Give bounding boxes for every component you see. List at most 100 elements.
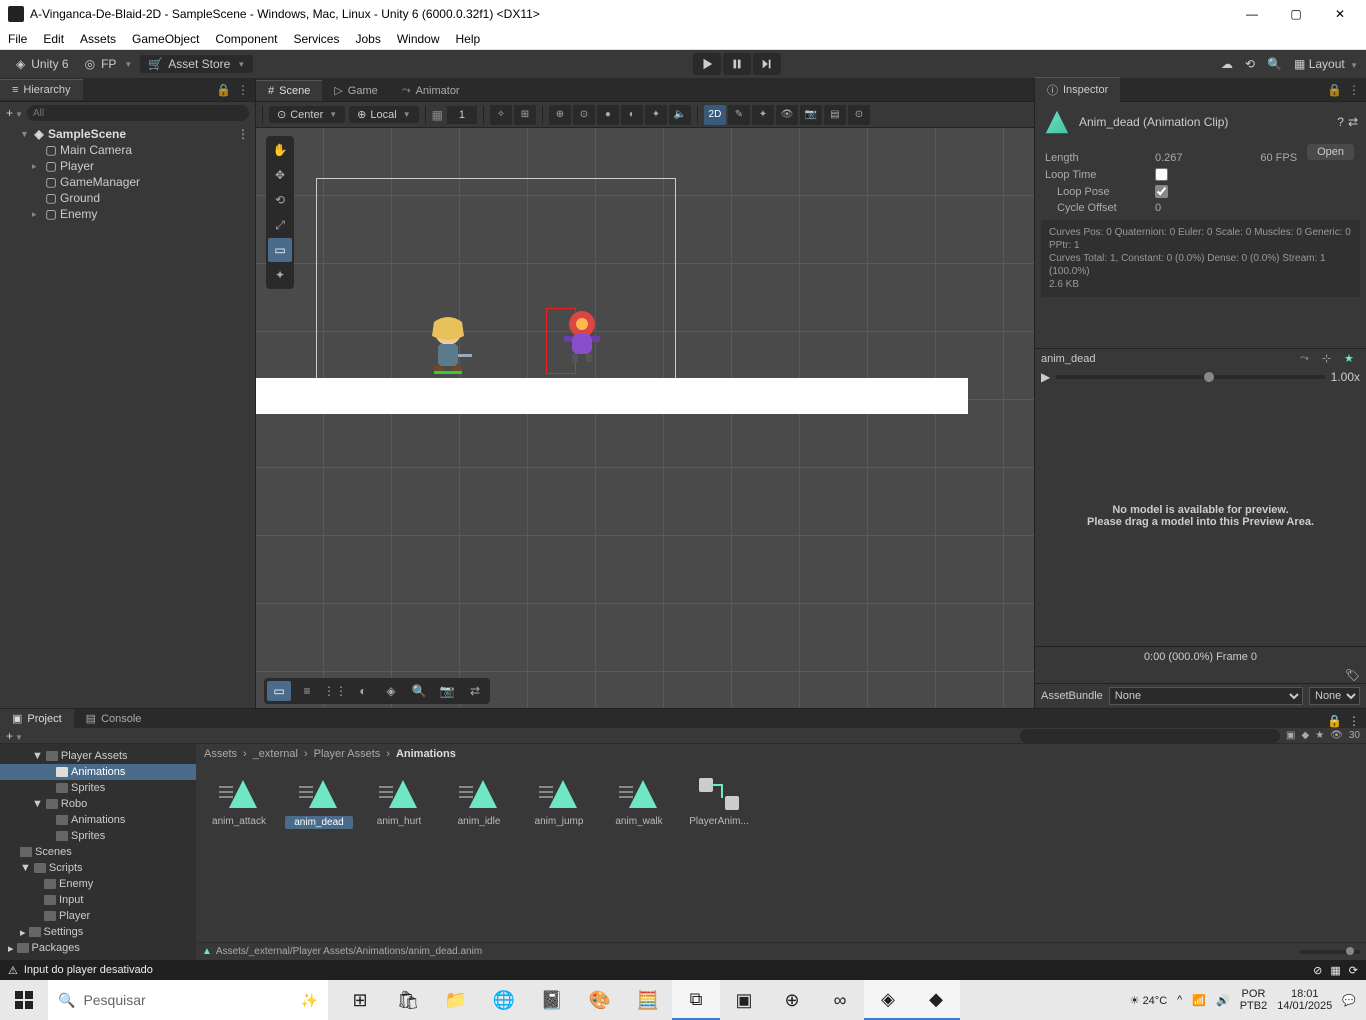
- folder-packages[interactable]: ▸Packages: [0, 940, 196, 956]
- close-button[interactable]: ✕: [1330, 7, 1350, 21]
- audio-icon[interactable]: 🔈: [669, 105, 691, 125]
- preview-area[interactable]: No model is available for preview. Pleas…: [1035, 386, 1366, 646]
- more-icon[interactable]: ⋮: [1348, 714, 1360, 728]
- transform-tool[interactable]: ✦: [268, 263, 292, 287]
- volume-icon[interactable]: 🔊: [1216, 994, 1230, 1007]
- preview-pivot-icon[interactable]: ⊹: [1322, 352, 1338, 365]
- breadcrumb-player-assets[interactable]: Player Assets: [314, 748, 381, 760]
- menu-help[interactable]: Help: [456, 32, 481, 46]
- start-button[interactable]: [0, 980, 48, 1020]
- lock-icon[interactable]: 🔒: [1327, 714, 1342, 728]
- snap-grid-icon[interactable]: ✧: [490, 105, 512, 125]
- favorites-icon[interactable]: ★: [1315, 730, 1324, 741]
- project-search[interactable]: [1020, 729, 1280, 743]
- app-unity[interactable]: ◆: [912, 980, 960, 1020]
- menu-window[interactable]: Window: [397, 32, 440, 46]
- folder-input[interactable]: Input: [0, 892, 196, 908]
- hierarchy-item-player[interactable]: ▸▢Player: [0, 158, 255, 174]
- layers-icon[interactable]: ▤: [824, 105, 846, 125]
- draw-mode-icon[interactable]: ⊕: [549, 105, 571, 125]
- unity-version-button[interactable]: ◈ Unity 6: [8, 55, 77, 73]
- folder-player[interactable]: Player: [0, 908, 196, 924]
- asset-anim-hurt[interactable]: anim_hurt: [364, 776, 434, 827]
- debug-draw-icon[interactable]: ⊙: [573, 105, 595, 125]
- folder-settings[interactable]: ▸Settings: [0, 924, 196, 940]
- cloud-icon[interactable]: ☁: [1221, 57, 1233, 71]
- status-icon-3[interactable]: ⟳: [1349, 964, 1358, 977]
- folder-animations[interactable]: Animations: [0, 764, 196, 780]
- tab-console[interactable]: ▤ Console: [74, 709, 154, 728]
- search-icon[interactable]: 🔍: [1267, 57, 1282, 71]
- tray-kb[interactable]: PTB2: [1240, 1000, 1268, 1012]
- pivot-dropdown[interactable]: ⊙Center▼: [269, 106, 345, 123]
- visibility-icon[interactable]: 👁: [776, 105, 798, 125]
- preset-icon[interactable]: ⇄: [1348, 115, 1358, 129]
- status-icon-2[interactable]: ▦: [1330, 964, 1340, 977]
- taskbar-search[interactable]: 🔍 Pesquisar✨: [48, 980, 328, 1020]
- bundle-variant-select[interactable]: None: [1309, 687, 1360, 705]
- asset-anim-attack[interactable]: anim_attack: [204, 776, 274, 827]
- tab-hierarchy[interactable]: ≡ Hierarchy: [0, 79, 83, 100]
- folder-enemy[interactable]: Enemy: [0, 876, 196, 892]
- overlay-2[interactable]: ≡: [295, 681, 319, 701]
- app-paint[interactable]: 🎨: [576, 980, 624, 1020]
- loop-time-checkbox[interactable]: [1155, 168, 1168, 181]
- layout-dropdown[interactable]: ▦ Layout ▼: [1294, 57, 1358, 71]
- asset-anim-idle[interactable]: anim_idle: [444, 776, 514, 827]
- scene-row[interactable]: ▼◈SampleScene⋮: [0, 126, 255, 142]
- pause-button[interactable]: [723, 53, 751, 75]
- breadcrumb-assets[interactable]: Assets: [204, 748, 237, 760]
- move-tool[interactable]: ✥: [268, 163, 292, 187]
- tab-project[interactable]: ▣ Project: [0, 709, 74, 728]
- hierarchy-item-enemy[interactable]: ▸▢Enemy: [0, 206, 255, 222]
- asset-anim-jump[interactable]: anim_jump: [524, 776, 594, 827]
- rotate-tool[interactable]: ⟲: [268, 188, 292, 212]
- breadcrumb-external[interactable]: _external: [253, 748, 298, 760]
- folder-sprites[interactable]: Sprites: [0, 780, 196, 796]
- snap-increment-icon[interactable]: ⊞: [514, 105, 536, 125]
- hierarchy-item-gamemanager[interactable]: ▢GameManager: [0, 174, 255, 190]
- folder-scenes[interactable]: Scenes: [0, 844, 196, 860]
- asset-player-animator[interactable]: PlayerAnim...: [684, 776, 754, 827]
- overlay-4[interactable]: ◐: [351, 681, 375, 701]
- 2d-toggle[interactable]: 2D: [704, 105, 726, 125]
- wifi-icon[interactable]: 📶: [1192, 994, 1206, 1007]
- app-unityhub[interactable]: ◈: [864, 980, 912, 1020]
- menu-gameobject[interactable]: GameObject: [132, 32, 199, 46]
- tray-chevron[interactable]: ^: [1177, 994, 1182, 1006]
- gizmo-icon[interactable]: ✎: [728, 105, 750, 125]
- account-button[interactable]: ◎ FP ▼: [77, 55, 141, 73]
- maximize-button[interactable]: ▢: [1286, 7, 1306, 21]
- app-vscode[interactable]: ⧉: [672, 980, 720, 1020]
- app-explorer[interactable]: 📁: [432, 980, 480, 1020]
- app-taskview[interactable]: ⊞: [336, 980, 384, 1020]
- asset-store-button[interactable]: 🛒 Asset Store ▼: [140, 55, 253, 73]
- overlay-5[interactable]: ◈: [379, 681, 403, 701]
- step-button[interactable]: [753, 53, 781, 75]
- folder-robo[interactable]: ▼Robo: [0, 796, 196, 812]
- bundle-select[interactable]: None: [1109, 687, 1303, 705]
- hierarchy-search[interactable]: [27, 105, 249, 121]
- search-by-type-icon[interactable]: ▣: [1286, 730, 1295, 741]
- gizmos-icon[interactable]: ⊙: [848, 105, 870, 125]
- space-dropdown[interactable]: ⊕Local▼: [349, 106, 418, 123]
- app-store[interactable]: 🛍: [384, 980, 432, 1020]
- tab-inspector[interactable]: ⓘ Inspector: [1035, 77, 1120, 102]
- notifications-icon[interactable]: 💬: [1342, 994, 1356, 1007]
- lock-icon[interactable]: 🔒: [216, 83, 231, 97]
- app-calc[interactable]: 🧮: [624, 980, 672, 1020]
- preview-play-button[interactable]: ▶: [1041, 370, 1050, 384]
- folder-scripts[interactable]: ▼Scripts: [0, 860, 196, 876]
- app-app1[interactable]: ⊕: [768, 980, 816, 1020]
- tag-icon[interactable]: 🏷: [1345, 668, 1360, 682]
- folder-player-assets[interactable]: ▼Player Assets: [0, 748, 196, 764]
- light-icon[interactable]: ✦: [645, 105, 667, 125]
- asset-anim-walk[interactable]: anim_walk: [604, 776, 674, 827]
- help-icon[interactable]: ?: [1337, 115, 1344, 129]
- hand-tool[interactable]: ✋: [268, 138, 292, 162]
- lock-icon[interactable]: 🔒: [1327, 83, 1342, 97]
- open-button[interactable]: Open: [1307, 144, 1354, 160]
- status-icon-1[interactable]: ⊘: [1313, 964, 1322, 977]
- weather-widget[interactable]: ☀ 24°C: [1130, 994, 1168, 1007]
- menu-services[interactable]: Services: [293, 32, 339, 46]
